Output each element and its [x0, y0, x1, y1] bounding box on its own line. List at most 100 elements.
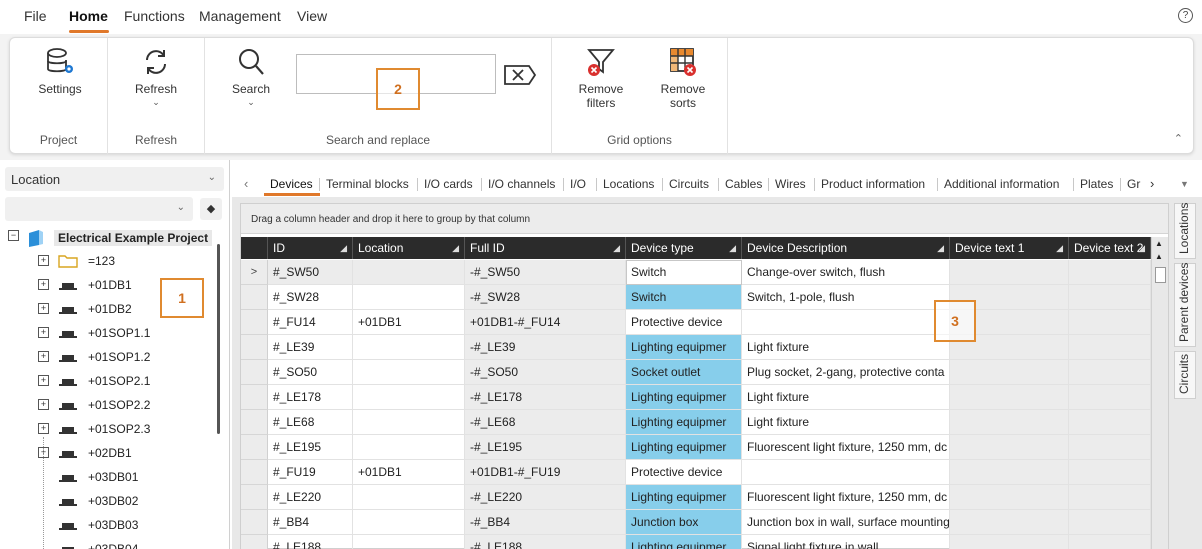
column-filter-icon[interactable]: ◢ — [452, 237, 459, 259]
column-header-device-type[interactable]: Device type ◢ — [626, 237, 742, 259]
cell-text2[interactable] — [1069, 410, 1151, 435]
cell-text2[interactable] — [1069, 360, 1151, 385]
column-filter-icon[interactable]: ◢ — [340, 237, 347, 259]
cell-text1[interactable] — [950, 410, 1069, 435]
table-row[interactable]: #_SO50 -#_SO50 Socket outlet Plug socket, 2… — [241, 360, 1151, 385]
tab-wires[interactable]: Wires — [775, 177, 806, 191]
cell-description[interactable] — [742, 460, 950, 485]
menu-file[interactable]: File — [24, 8, 47, 24]
table-row[interactable]: #_LE220 -#_LE220 Lighting equipmer Fluoresc… — [241, 485, 1151, 510]
row-indicator[interactable] — [241, 360, 268, 385]
cell-full-id[interactable]: -#_BB4 — [465, 510, 626, 535]
table-row[interactable]: #_LE195 -#_LE195 Lighting equipmer Fluoresc… — [241, 435, 1151, 460]
remove-filters-button[interactable]: Remove filters — [566, 46, 636, 110]
column-header-full-id[interactable]: Full ID ◢ — [465, 237, 626, 259]
column-filter-icon[interactable]: ◢ — [1056, 237, 1063, 259]
row-indicator[interactable] — [241, 460, 268, 485]
menu-functions[interactable]: Functions — [124, 8, 185, 24]
cell-full-id[interactable]: +01DB1-#_FU19 — [465, 460, 626, 485]
cell-text2[interactable] — [1069, 385, 1151, 410]
tab-scroll-left-icon[interactable]: ‹ — [244, 176, 248, 191]
table-row[interactable]: #_SW28 -#_SW28 Switch Switch, 1-pole, flush — [241, 285, 1151, 310]
cell-full-id[interactable]: -#_SW28 — [465, 285, 626, 310]
cell-text1[interactable] — [950, 360, 1069, 385]
cell-description[interactable]: Fluorescent light fixture, 1250 mm, dc — [742, 485, 950, 510]
cell-location[interactable] — [353, 285, 465, 310]
cell-full-id[interactable]: +01DB1-#_FU14 — [465, 310, 626, 335]
table-row[interactable]: #_LE68 -#_LE68 Lighting equipmer Light fixt… — [241, 410, 1151, 435]
cell-description[interactable] — [742, 310, 950, 335]
cell-id[interactable]: #_BB4 — [268, 510, 353, 535]
row-indicator[interactable] — [241, 335, 268, 360]
cell-location[interactable] — [353, 435, 465, 460]
grid-vertical-scrollbar[interactable]: ▲ ▲ — [1151, 237, 1168, 549]
tree-filter-dropdown[interactable]: ⌄ — [5, 197, 193, 221]
cell-description[interactable]: Light fixture — [742, 335, 950, 360]
cell-description[interactable]: Plug socket, 2-gang, protective conta — [742, 360, 950, 385]
column-filter-icon[interactable]: ◢ — [613, 237, 620, 259]
cell-id[interactable]: #_LE39 — [268, 335, 353, 360]
cell-description[interactable]: Signal light fixture in wall — [742, 535, 950, 549]
cell-id[interactable]: #_LE220 — [268, 485, 353, 510]
cell-device-type[interactable]: Lighting equipmer — [626, 485, 742, 510]
cell-description[interactable]: Light fixture — [742, 385, 950, 410]
cell-text2[interactable] — [1069, 435, 1151, 460]
cell-device-type[interactable]: Lighting equipmer — [626, 410, 742, 435]
row-indicator[interactable] — [241, 310, 268, 335]
cell-text2[interactable] — [1069, 285, 1151, 310]
cell-text2[interactable] — [1069, 260, 1151, 285]
column-header-id[interactable]: ID ◢ — [268, 237, 353, 259]
expand-icon[interactable]: + — [38, 255, 49, 266]
row-indicator[interactable] — [241, 485, 268, 510]
column-header-device-text-2[interactable]: Device text 2 ◢ — [1069, 237, 1151, 259]
cell-location[interactable] — [353, 485, 465, 510]
table-row[interactable]: #_BB4 -#_BB4 Junction box Junction box in w… — [241, 510, 1151, 535]
cell-text1[interactable] — [950, 460, 1069, 485]
cell-location[interactable] — [353, 510, 465, 535]
group-by-panel[interactable]: Drag a column header and drop it here to… — [241, 204, 1168, 234]
cell-text1[interactable] — [950, 385, 1069, 410]
expand-icon[interactable]: + — [38, 351, 49, 362]
cell-device-type[interactable]: Lighting equipmer — [626, 385, 742, 410]
remove-sorts-button[interactable]: Remove sorts — [648, 46, 718, 110]
cell-text1[interactable] — [950, 485, 1069, 510]
cell-description[interactable]: Junction box in wall, surface mounting — [742, 510, 950, 535]
tab-i-o-channels[interactable]: I/O channels — [488, 177, 555, 191]
scroll-up-icon[interactable]: ▲ — [1155, 252, 1163, 261]
cell-full-id[interactable]: -#_SO50 — [465, 360, 626, 385]
row-indicator[interactable] — [241, 385, 268, 410]
cell-id[interactable]: #_FU14 — [268, 310, 353, 335]
cell-text2[interactable] — [1069, 310, 1151, 335]
cell-description[interactable]: Change-over switch, flush — [742, 260, 950, 285]
row-indicator[interactable] — [241, 510, 268, 535]
cell-id[interactable]: #_FU19 — [268, 460, 353, 485]
location-dropdown[interactable]: Location ⌄ — [5, 167, 224, 191]
expand-icon[interactable]: + — [38, 279, 49, 290]
row-indicator[interactable] — [241, 435, 268, 460]
table-row[interactable]: > #_SW50 -#_SW50 Switch Change-over switch, … — [241, 260, 1151, 285]
menu-management[interactable]: Management — [199, 8, 281, 24]
help-icon[interactable]: ? — [1178, 8, 1193, 23]
tab-plates[interactable]: Plates — [1080, 177, 1113, 191]
collapse-icon[interactable]: − — [8, 230, 19, 242]
column-filter-icon[interactable]: ◢ — [1138, 237, 1145, 259]
cell-description[interactable]: Switch, 1-pole, flush — [742, 285, 950, 310]
cell-id[interactable]: #_SO50 — [268, 360, 353, 385]
clear-input-icon[interactable] — [503, 64, 537, 86]
chevron-down-icon[interactable]: ⌄ — [221, 97, 281, 108]
row-indicator[interactable]: > — [241, 260, 268, 285]
tab-cables[interactable]: Cables — [725, 177, 762, 191]
cell-text1[interactable] — [950, 510, 1069, 535]
cell-text1[interactable] — [950, 535, 1069, 549]
cell-device-type[interactable]: Switch — [626, 285, 742, 310]
cell-full-id[interactable]: -#_LE68 — [465, 410, 626, 435]
table-row[interactable]: #_FU19 +01DB1 +01DB1-#_FU19 Protective devi… — [241, 460, 1151, 485]
cell-location[interactable] — [353, 335, 465, 360]
column-filter-icon[interactable]: ◢ — [937, 237, 944, 259]
cell-id[interactable]: #_LE68 — [268, 410, 353, 435]
tab-i-o[interactable]: I/O — [570, 177, 586, 191]
cell-full-id[interactable]: -#_LE39 — [465, 335, 626, 360]
side-tab-circuits[interactable]: Circuits — [1174, 351, 1196, 399]
scroll-top-icon[interactable]: ▲ — [1155, 239, 1163, 248]
cell-device-type[interactable]: Lighting equipmer — [626, 435, 742, 460]
